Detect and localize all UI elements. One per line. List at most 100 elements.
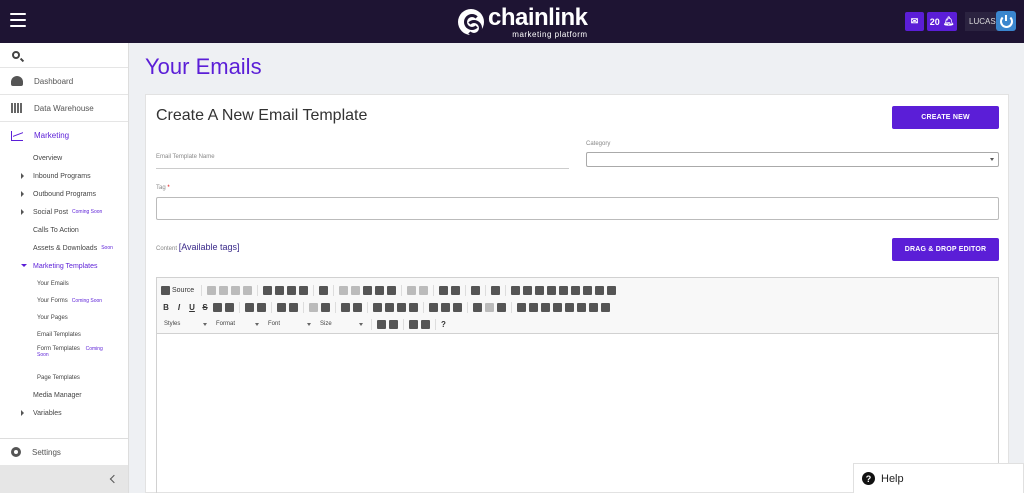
- select-all-icon[interactable]: [471, 285, 481, 295]
- size-dropdown[interactable]: Size: [317, 318, 365, 330]
- flash-icon[interactable]: [529, 302, 538, 312]
- radio-icon[interactable]: [535, 285, 545, 295]
- code-icon[interactable]: [243, 285, 253, 295]
- subscript-icon[interactable]: [213, 302, 222, 312]
- unlink-icon[interactable]: [485, 302, 494, 312]
- align-center-icon[interactable]: [385, 302, 394, 312]
- undo-icon[interactable]: [219, 285, 229, 295]
- blockquote-icon[interactable]: [341, 302, 350, 312]
- sidebar-item-your-emails[interactable]: Your Emails: [0, 275, 128, 292]
- notifications-button[interactable]: 20 🔔︎: [927, 12, 957, 31]
- hidden-field-icon[interactable]: [607, 285, 617, 295]
- numbered-list-icon[interactable]: [277, 302, 286, 312]
- category-select[interactable]: [586, 152, 999, 167]
- redo-icon[interactable]: [419, 285, 429, 295]
- paste-word-icon[interactable]: [387, 285, 397, 295]
- sidebar-item-outbound-programs[interactable]: Outbound Programs: [0, 185, 128, 203]
- copy-icon[interactable]: [351, 285, 361, 295]
- preview-icon[interactable]: [287, 285, 297, 295]
- sidebar-search[interactable]: [0, 43, 128, 68]
- strikethrough-button[interactable]: S: [200, 303, 210, 312]
- tag-input[interactable]: [156, 197, 999, 220]
- power-icon[interactable]: [996, 11, 1016, 31]
- image-button-icon[interactable]: [595, 285, 605, 295]
- sidebar-item-overview[interactable]: Overview: [0, 149, 128, 167]
- text-color-icon[interactable]: [377, 319, 386, 329]
- about-button[interactable]: ?: [441, 320, 446, 329]
- menu-icon[interactable]: [10, 13, 26, 27]
- sidebar-item-settings[interactable]: Settings: [0, 438, 128, 465]
- mail-button[interactable]: ✉: [905, 12, 924, 31]
- form-icon[interactable]: [511, 285, 521, 295]
- format-dropdown[interactable]: Format: [213, 318, 261, 330]
- sidebar-item-email-templates[interactable]: Email Templates: [0, 326, 128, 343]
- print-icon[interactable]: [299, 285, 309, 295]
- sidebar-item-your-forms[interactable]: Your Forms Coming Soon: [0, 292, 128, 309]
- indent-icon[interactable]: [321, 302, 330, 312]
- save-icon[interactable]: [263, 285, 273, 295]
- sidebar-item-calls-to-action[interactable]: Calls To Action: [0, 221, 128, 239]
- help-widget[interactable]: ? Help: [853, 463, 1024, 493]
- sidebar-item-inbound-programs[interactable]: Inbound Programs: [0, 167, 128, 185]
- spellcheck-icon[interactable]: [491, 285, 501, 295]
- background-color-icon[interactable]: [389, 319, 398, 329]
- select-field-icon[interactable]: [571, 285, 581, 295]
- sidebar-item-dashboard[interactable]: Dashboard: [0, 68, 128, 95]
- bold-button[interactable]: B: [161, 303, 171, 312]
- outdent-icon[interactable]: [309, 302, 318, 312]
- iframe-icon[interactable]: [601, 302, 610, 312]
- textarea-icon[interactable]: [559, 285, 569, 295]
- sidebar-item-form-templates[interactable]: Form Templates Coming Soon: [0, 343, 128, 369]
- available-tags-link[interactable]: [Available tags]: [179, 242, 240, 252]
- align-left-icon[interactable]: [373, 302, 382, 312]
- paste-text-icon[interactable]: [375, 285, 385, 295]
- div-container-icon[interactable]: [353, 302, 362, 312]
- horizontal-rule-icon[interactable]: [553, 302, 562, 312]
- rtl-icon[interactable]: [441, 302, 450, 312]
- underline-button[interactable]: U: [187, 303, 197, 312]
- sidebar-item-social-post[interactable]: Social Post Coming Soon: [0, 203, 128, 221]
- undo-icon[interactable]: [407, 285, 417, 295]
- sidebar-collapse-button[interactable]: [0, 465, 128, 493]
- sidebar-item-assets-downloads[interactable]: Assets & Downloads Soon: [0, 239, 128, 257]
- bulleted-list-icon[interactable]: [289, 302, 298, 312]
- font-dropdown[interactable]: Font: [265, 318, 313, 330]
- image-icon[interactable]: [517, 302, 526, 312]
- table-icon[interactable]: [541, 302, 550, 312]
- templates-icon[interactable]: [319, 285, 329, 295]
- link-icon[interactable]: [473, 302, 482, 312]
- special-char-icon[interactable]: [577, 302, 586, 312]
- text-field-icon[interactable]: [547, 285, 557, 295]
- anchor-icon[interactable]: [497, 302, 506, 312]
- cut-icon[interactable]: [339, 285, 349, 295]
- superscript-icon[interactable]: [225, 302, 234, 312]
- checkbox-icon[interactable]: [523, 285, 533, 295]
- sidebar-item-data-warehouse[interactable]: Data Warehouse: [0, 95, 128, 122]
- chainlink-logo[interactable]: chainlink marketing platform: [458, 5, 588, 38]
- sidebar-item-marketing-templates[interactable]: Marketing Templates: [0, 257, 128, 275]
- new-page-icon[interactable]: [275, 285, 285, 295]
- justify-icon[interactable]: [409, 302, 418, 312]
- email-template-name-input[interactable]: [156, 168, 569, 169]
- smiley-icon[interactable]: [565, 302, 574, 312]
- find-icon[interactable]: [439, 285, 449, 295]
- sidebar-item-variables[interactable]: Variables: [0, 404, 128, 422]
- sidebar-item-media-manager[interactable]: Media Manager: [0, 386, 128, 404]
- source-button[interactable]: Source: [161, 285, 194, 295]
- user-name[interactable]: LUCAS: [965, 12, 1000, 31]
- sidebar-item-marketing[interactable]: Marketing: [0, 122, 128, 149]
- remove-format-icon[interactable]: [257, 302, 266, 312]
- show-blocks-icon[interactable]: [421, 319, 430, 329]
- replace-icon[interactable]: [451, 285, 461, 295]
- italic-button[interactable]: I: [174, 303, 184, 312]
- align-right-icon[interactable]: [397, 302, 406, 312]
- language-icon[interactable]: [453, 302, 462, 312]
- page-break-icon[interactable]: [589, 302, 598, 312]
- button-field-icon[interactable]: [583, 285, 593, 295]
- sidebar-item-your-pages[interactable]: Your Pages: [0, 309, 128, 326]
- paste-icon[interactable]: [363, 285, 373, 295]
- styles-dropdown[interactable]: Styles: [161, 318, 209, 330]
- sidebar-item-page-templates[interactable]: Page Templates: [0, 369, 128, 386]
- maximize-icon[interactable]: [409, 319, 418, 329]
- ltr-icon[interactable]: [429, 302, 438, 312]
